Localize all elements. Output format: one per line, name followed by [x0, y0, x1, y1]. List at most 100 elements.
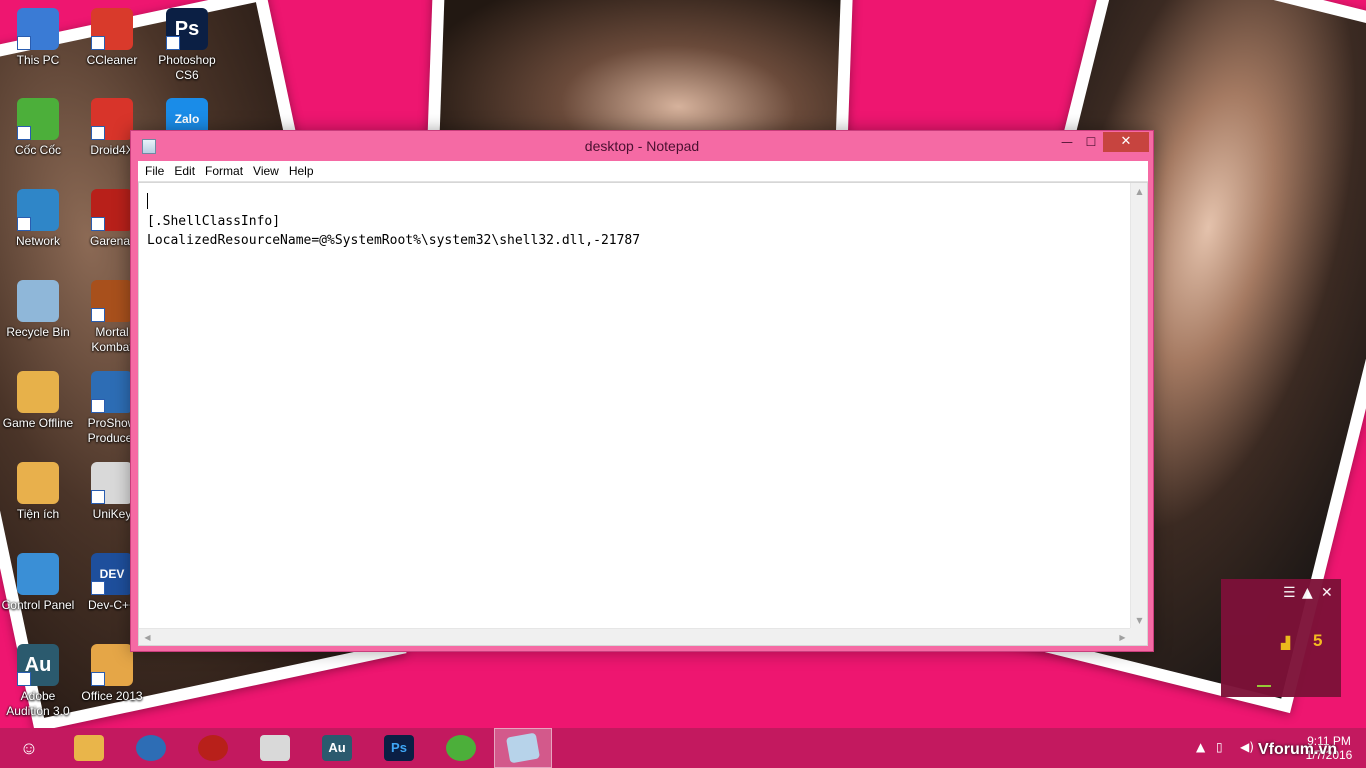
taskbar-unikey[interactable]: [246, 728, 304, 768]
scroll-right-icon[interactable]: ▶: [1114, 629, 1131, 646]
status-bar-line: [1257, 685, 1271, 687]
battery-icon[interactable]: ▯: [1216, 740, 1223, 754]
menu-bar: File Edit Format View Help: [138, 161, 1148, 182]
network-icon: [17, 189, 59, 231]
desktop-icon-label: Tiện ích: [16, 507, 60, 521]
desktop-icon-label: Mortal Kombat: [91, 325, 133, 354]
desktop-icon-game-offline[interactable]: Game Offline: [0, 371, 76, 431]
desktop-icon-label: Droid4X: [90, 143, 134, 157]
taskbar-audition[interactable]: Au: [308, 728, 366, 768]
vertical-scrollbar[interactable]: ▲ ▼: [1130, 183, 1147, 629]
folder-icon: [17, 462, 59, 504]
meter-icon: ▟: [1281, 636, 1291, 650]
coc-coc-icon: [17, 98, 59, 140]
menu-view[interactable]: View: [248, 161, 284, 181]
desktop-icon-office-2013[interactable]: Office 2013: [74, 644, 150, 704]
watermark: Vforum.vn: [1258, 741, 1338, 758]
taskbar-garena[interactable]: [184, 728, 242, 768]
desktop-icon-label: Photoshop CS6: [158, 53, 216, 82]
control-panel-icon: [17, 553, 59, 595]
anonymous-mask-icon: ☺: [19, 738, 39, 758]
desktop-icon-network[interactable]: Network: [0, 189, 76, 249]
desktop-icon-tien-ich[interactable]: Tiện ích: [0, 462, 76, 522]
office-folder-icon: [91, 644, 133, 686]
scroll-up-icon[interactable]: ▲: [1131, 183, 1148, 200]
desktop-icon-label: Recycle Bin: [6, 325, 70, 339]
desktop-icon-label: Cốc Cốc: [14, 143, 61, 157]
minimize-button[interactable]: —: [1055, 132, 1079, 152]
desktop-icon-label: UniKey: [92, 507, 132, 521]
photoshop-icon: Ps: [384, 735, 414, 761]
scroll-left-icon[interactable]: ◀: [139, 629, 156, 646]
desktop-icon-label: This PC: [16, 53, 60, 67]
taskbar-anonymous[interactable]: ☺: [0, 728, 58, 768]
ccleaner-icon: [91, 8, 133, 50]
text-content[interactable]: [.ShellClassInfo] LocalizedResourceName=…: [139, 183, 1131, 629]
volume-icon[interactable]: ◀): [1240, 740, 1254, 754]
title-bar[interactable]: desktop - Notepad — ☐ ✕: [131, 131, 1153, 161]
desktop-icon-control-panel[interactable]: Control Panel: [0, 553, 76, 613]
desktop-icon-label: Control Panel: [1, 598, 75, 612]
horizontal-scrollbar[interactable]: ◀ ▶: [139, 628, 1131, 645]
desktop-icon-label: Game Offline: [2, 416, 74, 430]
menu-file[interactable]: File: [140, 161, 169, 181]
computer-icon: [17, 8, 59, 50]
hamburger-menu-icon[interactable]: ☰: [1283, 585, 1296, 601]
recycle-bin-icon: [17, 280, 59, 322]
close-icon: ✕: [1120, 134, 1132, 149]
taskbar-file-explorer[interactable]: [60, 728, 118, 768]
desktop-icon-this-pc[interactable]: This PC: [0, 8, 76, 68]
dev-cpp-icon: DEV: [91, 553, 133, 595]
desktop-icon-label: Network: [15, 234, 60, 248]
close-icon[interactable]: ✕: [1321, 585, 1333, 601]
desktop-icon-adobe-audition[interactable]: Au Adobe Audition 3.0: [0, 644, 76, 719]
minimize-icon: —: [1061, 135, 1073, 149]
text-editor[interactable]: [.ShellClassInfo] LocalizedResourceName=…: [138, 182, 1148, 646]
desktop-icon-photoshop[interactable]: Ps Photoshop CS6: [149, 8, 225, 83]
text-line: LocalizedResourceName=@%SystemRoot%\syst…: [147, 233, 641, 248]
audition-icon: Au: [322, 735, 352, 761]
desktop-icon-label: Adobe Audition 3.0: [6, 689, 70, 718]
notepad-icon: [505, 732, 541, 764]
menu-format[interactable]: Format: [200, 161, 248, 181]
window-title: desktop - Notepad: [584, 138, 700, 154]
desktop-icon-recycle-bin[interactable]: Recycle Bin: [0, 280, 76, 340]
notepad-window[interactable]: desktop - Notepad — ☐ ✕ File Edit Format Vi…: [130, 130, 1154, 652]
widget-count: 5: [1313, 631, 1323, 650]
desktop-icon-label: CCleaner: [86, 53, 138, 67]
desktop-icon-label: Garena-: [89, 234, 135, 248]
menu-edit[interactable]: Edit: [169, 161, 200, 181]
menu-help[interactable]: Help: [284, 161, 319, 181]
desktop-icon-label: Dev-C++: [87, 598, 137, 612]
floating-widget[interactable]: ☰ ▲ ✕ ▟ 5: [1221, 579, 1341, 697]
folder-icon: [17, 371, 59, 413]
desktop-icon-ccleaner[interactable]: CCleaner: [74, 8, 150, 68]
collapse-up-icon[interactable]: ▲: [1302, 585, 1313, 601]
droid4x-icon: [91, 98, 133, 140]
taskbar-photoshop[interactable]: Ps: [370, 728, 428, 768]
taskbar: ☺ Au Ps ▲ ▯ ◀) 9:11 PM 1/7/2016: [0, 728, 1366, 768]
desktop-icon-coc-coc[interactable]: Cốc Cốc: [0, 98, 76, 158]
folder-icon: [74, 735, 104, 761]
scroll-down-icon[interactable]: ▼: [1131, 612, 1148, 629]
photoshop-icon: Ps: [166, 8, 208, 50]
taskbar-proshow[interactable]: [122, 728, 180, 768]
coc-coc-icon: [446, 735, 476, 761]
scrollbar-corner: [1130, 628, 1147, 645]
proshow-icon: [136, 735, 166, 761]
unikey-icon: [260, 735, 290, 761]
text-caret: [147, 193, 148, 209]
maximize-button[interactable]: ☐: [1079, 132, 1103, 152]
mortal-kombat-icon: [91, 280, 133, 322]
close-button[interactable]: ✕: [1103, 132, 1149, 152]
unikey-icon: [91, 462, 133, 504]
proshow-icon: [91, 371, 133, 413]
garena-icon: [91, 189, 133, 231]
garena-icon: [198, 735, 228, 761]
audition-icon: Au: [17, 644, 59, 686]
maximize-icon: ☐: [1085, 135, 1097, 149]
show-hidden-icons-icon[interactable]: ▲: [1196, 740, 1205, 754]
taskbar-notepad[interactable]: [494, 728, 552, 768]
taskbar-coc-coc[interactable]: [432, 728, 490, 768]
desktop-icon-label: Office 2013: [81, 689, 143, 703]
